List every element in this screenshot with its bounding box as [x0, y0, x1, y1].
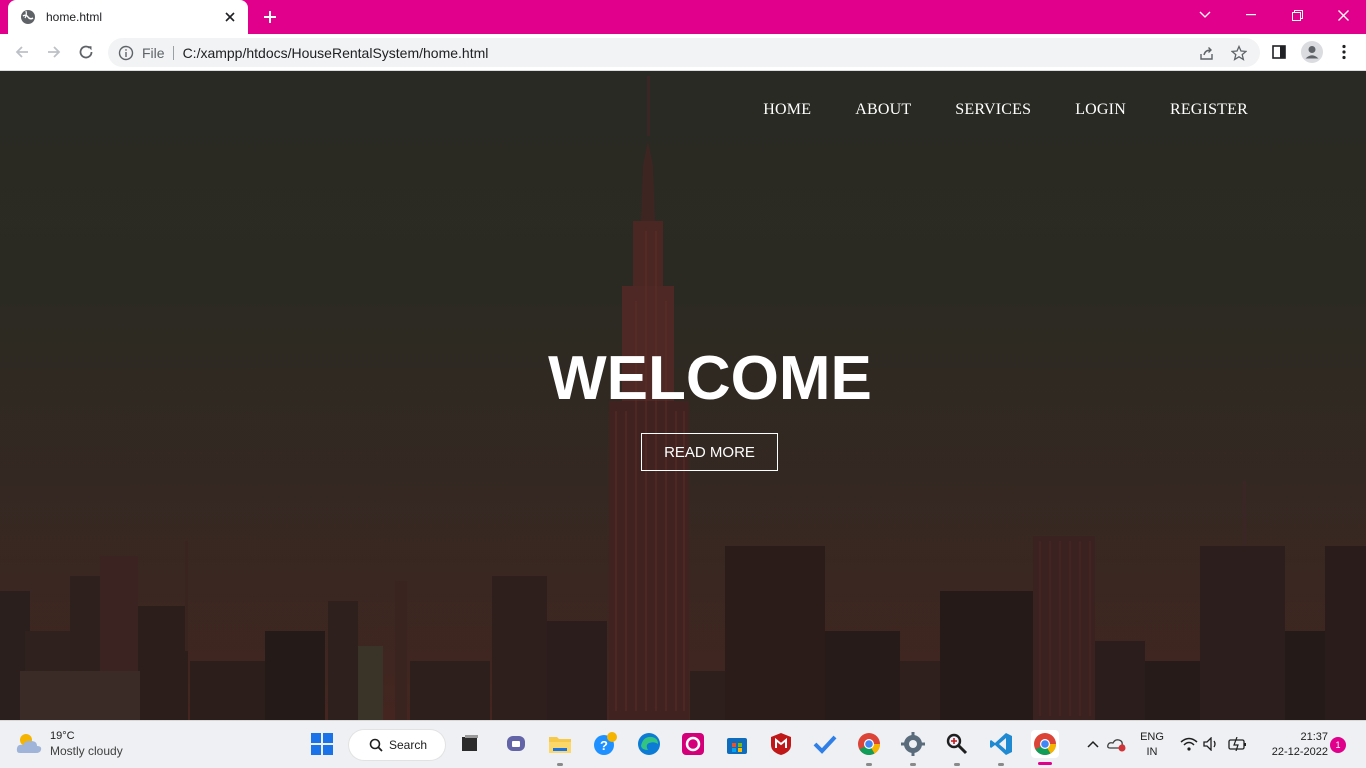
site-navigation: HOME ABOUT SERVICES LOGIN REGISTER [763, 101, 1248, 119]
clock-time: 21:37 [1300, 731, 1328, 743]
nav-link-home[interactable]: HOME [763, 101, 811, 119]
task-view-icon[interactable] [456, 730, 484, 758]
clock[interactable]: 21:37 22-12-2022 [1258, 730, 1328, 760]
tab-title: home.html [46, 10, 103, 24]
more-menu-icon[interactable] [1332, 40, 1356, 64]
hero-title: WELCOME [548, 344, 872, 413]
notification-badge[interactable]: 1 [1330, 737, 1346, 753]
edge-icon[interactable] [635, 730, 663, 758]
onedrive-error-icon[interactable] [1105, 730, 1129, 758]
nav-link-register[interactable]: REGISTER [1170, 101, 1248, 119]
address-bar[interactable]: File C:/xampp/htdocs/HouseRentalSystem/h… [108, 38, 1260, 67]
language-indicator[interactable]: ENG IN [1136, 730, 1168, 760]
share-icon[interactable] [1198, 44, 1216, 62]
windows-taskbar: 19°C Mostly cloudy Search ? ENG IN 21:37… [0, 720, 1366, 768]
settings-gear-icon[interactable] [899, 730, 927, 758]
cloudy-weather-icon [16, 734, 42, 753]
start-icon[interactable] [308, 730, 336, 758]
clock-date: 22-12-2022 [1271, 746, 1328, 758]
reload-button[interactable] [74, 40, 98, 64]
taskbar-search[interactable]: Search [349, 730, 445, 760]
app-launcher-icon[interactable] [679, 730, 707, 758]
volume-icon[interactable] [1200, 730, 1222, 758]
profile-avatar[interactable] [1300, 40, 1324, 64]
taskbar-search-label: Search [389, 738, 428, 752]
side-panel-icon[interactable] [1267, 40, 1291, 64]
back-button[interactable] [10, 40, 34, 64]
weather-temperature: 19°C [50, 730, 75, 742]
info-icon[interactable] [118, 45, 134, 61]
forward-button[interactable] [42, 40, 66, 64]
teams-chat-icon[interactable] [502, 730, 530, 758]
search-icon [369, 738, 383, 752]
browser-tab[interactable]: home.html [8, 0, 248, 34]
svg-text:?: ? [600, 738, 608, 753]
read-more-button[interactable]: READ MORE [641, 433, 778, 471]
web-page: HOME ABOUT SERVICES LOGIN REGISTER WELCO… [0, 71, 1366, 720]
url-text[interactable]: C:/xampp/htdocs/HouseRentalSystem/home.h… [183, 45, 489, 61]
running-indicator [557, 763, 563, 766]
language-code: ENG [1140, 731, 1164, 743]
globe-icon [20, 9, 36, 25]
restore-button[interactable] [1274, 0, 1320, 30]
battery-charging-icon[interactable] [1226, 730, 1250, 758]
minimize-button[interactable] [1228, 0, 1274, 30]
nav-link-about[interactable]: ABOUT [855, 101, 911, 119]
close-window-button[interactable] [1320, 0, 1366, 30]
browser-toolbar: File C:/xampp/htdocs/HouseRentalSystem/h… [0, 34, 1366, 71]
bookmark-star-icon[interactable] [1230, 44, 1248, 62]
chrome-icon[interactable] [855, 730, 883, 758]
wifi-icon[interactable] [1178, 730, 1200, 758]
weather-condition: Mostly cloudy [50, 744, 123, 758]
show-hidden-icons-chevron-icon[interactable] [1081, 730, 1105, 758]
magnifier-icon[interactable] [943, 730, 971, 758]
region-code: IN [1146, 746, 1158, 758]
nav-link-services[interactable]: SERVICES [955, 101, 1031, 119]
file-explorer-icon[interactable] [546, 730, 574, 758]
running-indicator [910, 763, 916, 766]
microsoft-store-icon[interactable] [723, 730, 751, 758]
running-indicator [998, 763, 1004, 766]
weather-widget[interactable]: 19°C Mostly cloudy [14, 729, 123, 759]
vscode-icon[interactable] [987, 730, 1015, 758]
close-tab-icon[interactable] [222, 9, 238, 25]
tab-search-chevron-icon[interactable] [1182, 0, 1228, 30]
get-help-icon[interactable]: ? [591, 730, 619, 758]
running-indicator [954, 763, 960, 766]
running-indicator [866, 763, 872, 766]
new-tab-button[interactable] [260, 7, 280, 27]
chrome-active-icon[interactable] [1031, 730, 1059, 758]
tab-strip: home.html [0, 0, 1366, 34]
mcafee-icon[interactable] [767, 730, 795, 758]
url-scheme-label: File [142, 45, 174, 60]
nav-link-login[interactable]: LOGIN [1075, 101, 1126, 119]
todo-check-icon[interactable] [811, 730, 839, 758]
active-app-indicator [1038, 762, 1052, 765]
